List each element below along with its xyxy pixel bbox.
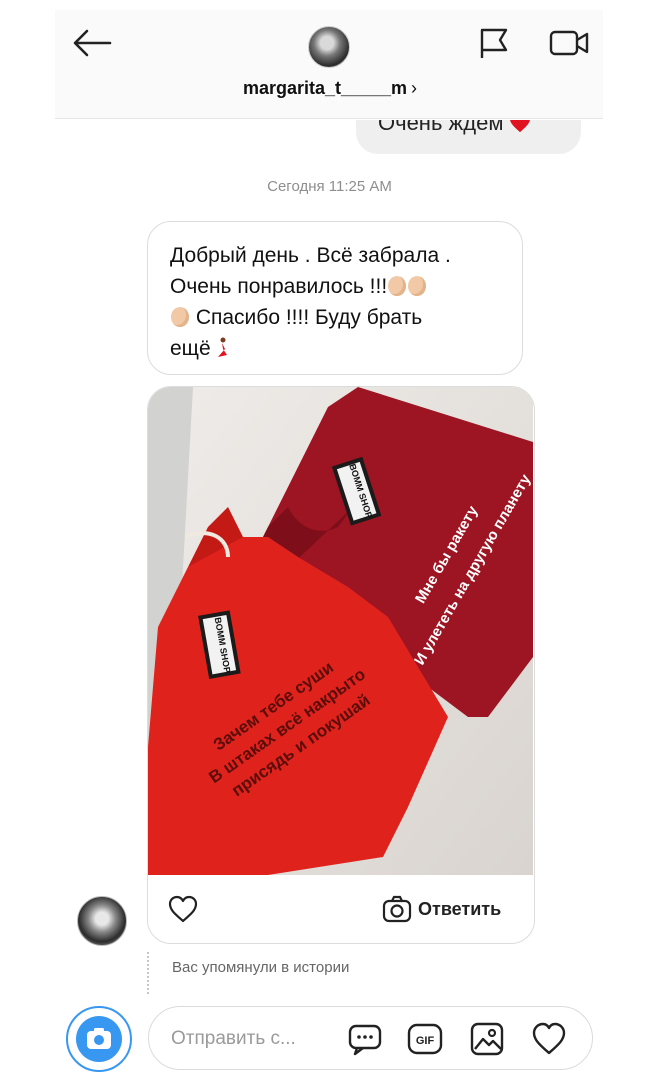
ok-hand-emoji-icon — [171, 307, 189, 327]
message-input[interactable] — [169, 1021, 323, 1057]
chevron-right-icon: › — [411, 78, 418, 98]
incoming-message-bubble[interactable]: Добрый день . Всё забрала . Очень понрав… — [147, 221, 523, 375]
message-line-4: ещё — [170, 337, 211, 360]
gif-button[interactable]: GIF — [407, 1021, 443, 1057]
story-mention-card[interactable]: BOMM SHOP BOMM SHOP Мне бы ракету И улет… — [147, 386, 535, 944]
timestamp: Сегодня 11:25 AM — [267, 178, 392, 195]
message-line-2: Очень понравилось !!! — [170, 275, 388, 298]
camera-outline-icon — [382, 895, 412, 923]
ok-hand-emoji-icon — [408, 276, 427, 296]
gif-label: GIF — [416, 1035, 435, 1047]
profile-avatar[interactable] — [308, 26, 350, 68]
heart-outline-icon[interactable] — [168, 895, 198, 923]
message-line-1: Добрый день . Всё забрала . — [170, 244, 451, 267]
username-text: margarita_t_____m — [242, 78, 408, 98]
message-composer: GIF — [148, 1006, 593, 1070]
mention-divider — [147, 952, 151, 994]
chat-bubble-icon[interactable] — [347, 1021, 383, 1057]
reply-button[interactable]: Ответить — [382, 893, 501, 925]
message-line-3: Спасибо !!!! Буду брать — [195, 306, 423, 329]
reply-label: Ответить — [418, 898, 502, 919]
gallery-icon[interactable] — [469, 1021, 505, 1057]
chat-username[interactable]: margarita_t_____m › — [190, 78, 470, 99]
story-card-footer: Ответить — [148, 875, 533, 943]
camera-icon — [76, 1016, 122, 1062]
back-arrow-icon[interactable] — [70, 26, 114, 60]
ok-hand-emoji-icon — [388, 276, 407, 296]
dancer-emoji-icon — [217, 337, 227, 357]
flag-icon[interactable] — [476, 26, 512, 60]
story-photo[interactable]: BOMM SHOP BOMM SHOP Мне бы ракету И улет… — [148, 387, 533, 875]
mention-notice: Вас упомянули в истории — [172, 959, 350, 976]
sender-avatar[interactable] — [77, 896, 127, 946]
video-call-icon[interactable] — [548, 26, 592, 60]
heart-icon[interactable] — [531, 1021, 567, 1057]
camera-button[interactable] — [66, 1006, 132, 1072]
